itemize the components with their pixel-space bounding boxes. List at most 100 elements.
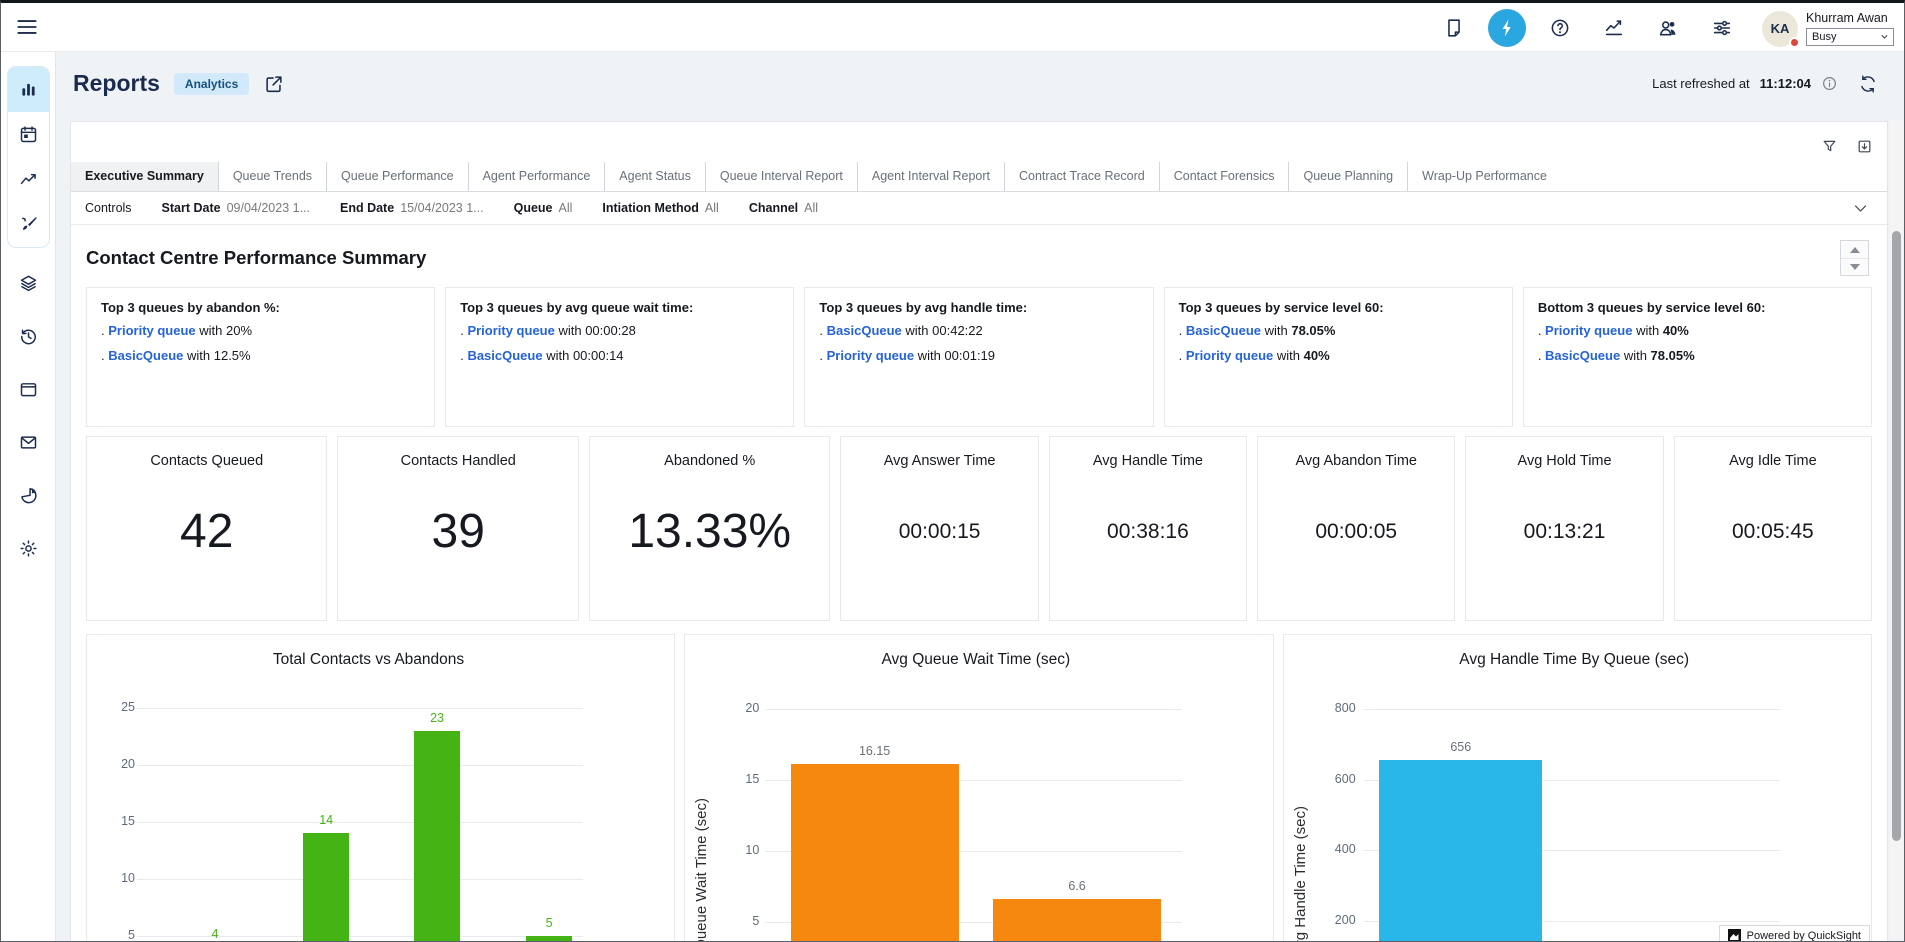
kpi-label: Avg Idle Time xyxy=(1675,453,1871,469)
bolt-icon[interactable] xyxy=(1488,9,1526,47)
kpi-card-contacts-handled: Contacts Handled 39 xyxy=(337,436,578,621)
export-icon[interactable] xyxy=(1856,138,1873,155)
filter-icon[interactable] xyxy=(1821,138,1838,155)
section-title: Contact Centre Performance Summary xyxy=(86,247,426,269)
help-icon[interactable] xyxy=(1540,8,1580,48)
bar[interactable] xyxy=(526,936,572,942)
filter-value: All xyxy=(705,201,719,215)
notes-icon[interactable] xyxy=(1434,8,1474,48)
tab-contract-trace-record[interactable]: Contract Trace Record xyxy=(1004,162,1159,191)
queue-link[interactable]: BasicQueue xyxy=(1545,348,1620,363)
tab-queue-planning[interactable]: Queue Planning xyxy=(1288,162,1407,191)
bar-value-label: 4 xyxy=(183,927,247,941)
tab-queue-performance[interactable]: Queue Performance xyxy=(326,162,468,191)
agents-icon[interactable] xyxy=(1648,8,1688,48)
insight-item: . BasicQueue with 78.05% xyxy=(1538,347,1857,365)
queue-link[interactable]: BasicQueue xyxy=(827,323,902,338)
bar-value-label: 16.15 xyxy=(843,744,907,758)
chart-title: Total Contacts vs Abandons xyxy=(157,651,580,669)
refresh-icon[interactable] xyxy=(1858,74,1878,94)
queue-link[interactable]: Priority queue xyxy=(1186,348,1273,363)
queue-link[interactable]: Priority queue xyxy=(467,323,554,338)
gridline xyxy=(1364,709,1780,710)
insight-card-title: Bottom 3 queues by service level 60: xyxy=(1538,300,1857,315)
bar[interactable] xyxy=(993,899,1161,942)
kpi-cards-row: Contacts Queued 42Contacts Handled 39Aba… xyxy=(71,436,1887,621)
tab-queue-interval-report[interactable]: Queue Interval Report xyxy=(705,162,857,191)
insight-item: . BasicQueue with 00:00:14 xyxy=(460,347,779,365)
y-tick-label: 10 xyxy=(86,871,135,885)
gridline xyxy=(765,709,1181,710)
sidebar-item-pie-chart[interactable] xyxy=(1,474,55,517)
metrics-icon[interactable] xyxy=(1594,8,1634,48)
status-select[interactable]: Busy xyxy=(1806,28,1894,46)
sidebar-item-gear[interactable] xyxy=(1,527,55,570)
gear-icon xyxy=(18,538,39,559)
calendar-icon xyxy=(18,124,39,145)
open-external-icon[interactable] xyxy=(263,73,285,95)
queue-link[interactable]: BasicQueue xyxy=(1186,323,1261,338)
scroll-up-button[interactable] xyxy=(1841,241,1868,258)
sidebar-item-history[interactable] xyxy=(1,315,55,358)
filter-intiation-method[interactable]: Intiation Method All xyxy=(602,201,718,215)
bar[interactable] xyxy=(414,731,460,942)
filter-channel[interactable]: ChannelAll xyxy=(749,201,818,215)
tab-agent-performance[interactable]: Agent Performance xyxy=(468,162,605,191)
avatar[interactable]: KA xyxy=(1762,11,1798,47)
gridline xyxy=(137,765,583,766)
kpi-label: Avg Answer Time xyxy=(841,453,1037,469)
sidebar-item-brush[interactable] xyxy=(8,202,49,247)
kpi-value: 00:38:16 xyxy=(1050,469,1246,594)
info-icon[interactable] xyxy=(1821,75,1838,92)
y-tick-label: 15 xyxy=(86,814,135,828)
triangle-down-icon xyxy=(1850,264,1860,270)
sliders-icon[interactable] xyxy=(1702,8,1742,48)
filter-queue[interactable]: QueueAll xyxy=(514,201,573,215)
filter-label: Queue xyxy=(514,201,553,215)
quicksight-logo-icon xyxy=(1728,929,1741,942)
bar[interactable] xyxy=(303,833,349,942)
sidebar-item-calendar[interactable] xyxy=(8,112,49,157)
scroll-down-button[interactable] xyxy=(1841,258,1868,275)
tab-agent-interval-report[interactable]: Agent Interval Report xyxy=(857,162,1004,191)
kpi-card-avg-idle-time: Avg Idle Time 00:05:45 xyxy=(1674,436,1872,621)
hamburger-menu-icon[interactable] xyxy=(14,14,40,40)
chevron-down-icon xyxy=(1880,32,1889,41)
insight-card-title: Top 3 queues by avg queue wait time: xyxy=(460,300,779,315)
sidebar-item-layers[interactable] xyxy=(1,262,55,305)
insight-card: Top 3 queues by abandon %:. Priority que… xyxy=(86,287,435,427)
app-window: KA Khurram Awan Busy Reports Analyt xyxy=(0,0,1905,942)
y-tick-label: 20 xyxy=(689,701,759,715)
queue-link[interactable]: Priority queue xyxy=(827,348,914,363)
collapse-controls-icon[interactable] xyxy=(1852,200,1869,217)
y-tick-label: 20 xyxy=(86,757,135,771)
kpi-card-avg-abandon-time: Avg Abandon Time 00:00:05 xyxy=(1257,436,1455,621)
user-chip[interactable]: KA Khurram Awan Busy xyxy=(1762,9,1894,47)
tab-wrap-up-performance[interactable]: Wrap-Up Performance xyxy=(1407,162,1561,191)
sidebar-item-bar-chart[interactable] xyxy=(8,67,49,112)
filter-label: Intiation Method xyxy=(602,201,699,215)
tab-queue-trends[interactable]: Queue Trends xyxy=(218,162,326,191)
vertical-scrollbar xyxy=(1890,121,1903,941)
queue-link[interactable]: BasicQueue xyxy=(108,348,183,363)
filter-start-date[interactable]: Start Date09/04/2023 1... xyxy=(162,201,310,215)
queue-link[interactable]: Priority queue xyxy=(1545,323,1632,338)
bar[interactable] xyxy=(791,764,959,942)
tab-agent-status[interactable]: Agent Status xyxy=(604,162,705,191)
scrollbar-thumb[interactable] xyxy=(1892,231,1901,841)
insight-card: Top 3 queues by avg handle time:. BasicQ… xyxy=(804,287,1153,427)
line-chart-icon xyxy=(18,169,39,190)
insight-item: . Priority queue with 40% xyxy=(1179,347,1498,365)
bar[interactable] xyxy=(1379,760,1542,942)
user-name: Khurram Awan xyxy=(1806,11,1894,25)
window-icon xyxy=(18,379,39,400)
filter-end-date[interactable]: End Date15/04/2023 1... xyxy=(340,201,484,215)
sidebar-item-line-chart[interactable] xyxy=(8,157,49,202)
queue-link[interactable]: Priority queue xyxy=(108,323,195,338)
tab-contact-forensics[interactable]: Contact Forensics xyxy=(1159,162,1289,191)
tab-executive-summary[interactable]: Executive Summary xyxy=(71,162,218,191)
status-value: Busy xyxy=(1812,31,1836,43)
sidebar-item-window[interactable] xyxy=(1,368,55,411)
queue-link[interactable]: BasicQueue xyxy=(467,348,542,363)
sidebar-item-mail[interactable] xyxy=(1,421,55,464)
